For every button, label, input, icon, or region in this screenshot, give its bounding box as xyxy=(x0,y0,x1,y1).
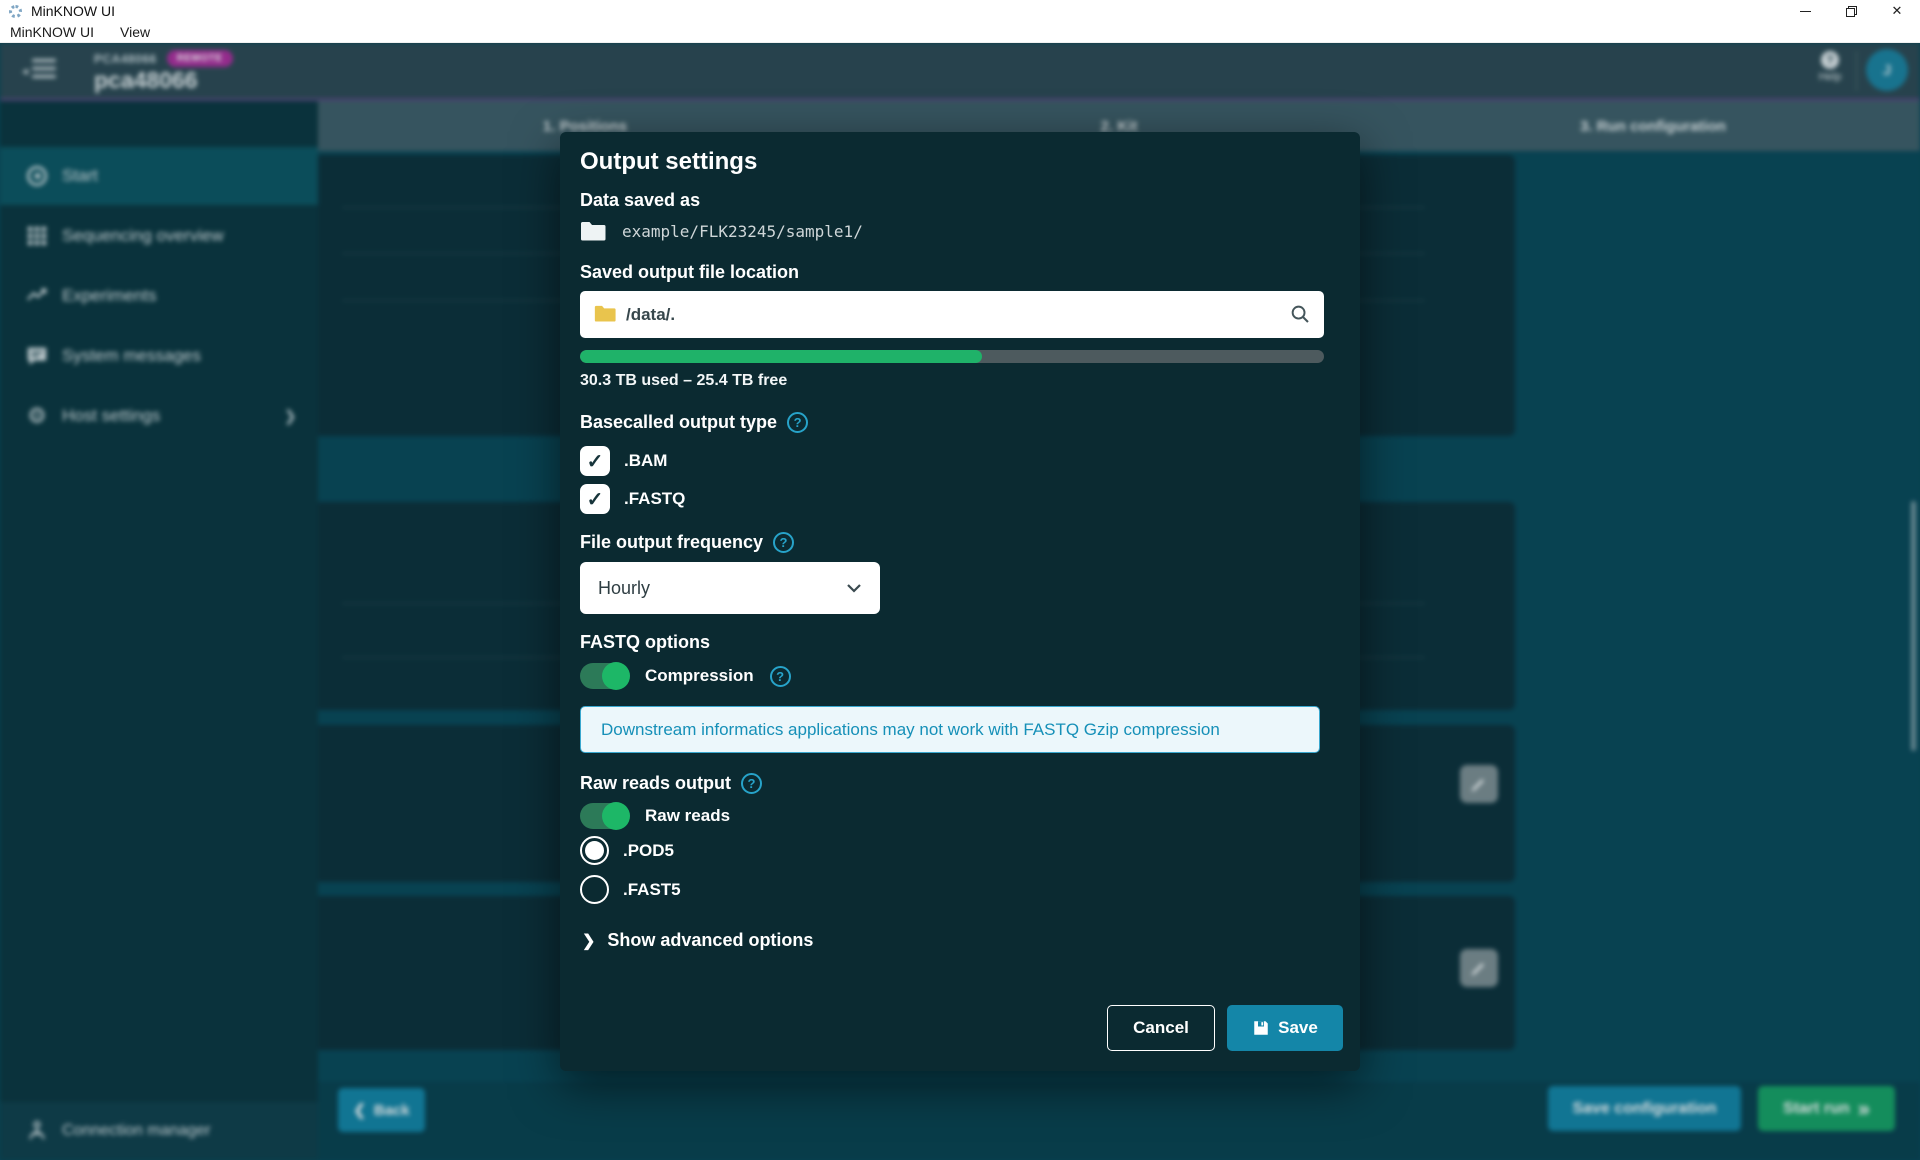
fastq-option[interactable]: ✓ .FASTQ xyxy=(580,484,685,514)
fast5-radio[interactable] xyxy=(580,875,609,904)
fast5-option[interactable]: .FAST5 xyxy=(580,875,681,904)
chevron-right-icon: ❯ xyxy=(582,931,595,951)
raw-reads-row: Raw reads xyxy=(580,803,730,829)
output-location-label: Saved output file location xyxy=(580,262,799,283)
data-saved-as-path-row: example/FLK23245/sample1/ xyxy=(580,220,863,242)
minimize-button[interactable] xyxy=(1782,0,1828,22)
pod5-option[interactable]: .POD5 xyxy=(580,836,674,865)
pod5-radio[interactable] xyxy=(580,836,609,865)
menu-item-minknow-ui[interactable]: MinKNOW UI xyxy=(10,24,94,40)
fastq-options-label: FASTQ options xyxy=(580,632,710,653)
output-settings-modal: Output settings Data saved as example/FL… xyxy=(560,132,1360,1071)
storage-progress-bar xyxy=(580,350,1324,363)
app-logo-icon xyxy=(9,5,22,18)
file-output-frequency-label: File output frequency ? xyxy=(580,532,794,553)
search-icon[interactable] xyxy=(1289,303,1312,326)
compression-row: Compression ? xyxy=(580,663,791,689)
menu-bar: MinKNOW UI View xyxy=(0,22,1920,43)
cancel-button[interactable]: Cancel xyxy=(1107,1005,1215,1051)
raw-reads-toggle[interactable] xyxy=(580,803,629,829)
raw-reads-output-label: Raw reads output ? xyxy=(580,773,762,794)
bam-checkbox[interactable]: ✓ xyxy=(580,446,610,476)
data-saved-as-label: Data saved as xyxy=(580,190,700,211)
help-icon[interactable]: ? xyxy=(773,532,794,553)
chevron-down-icon xyxy=(846,583,862,593)
show-advanced-options[interactable]: ❯ Show advanced options xyxy=(582,930,813,951)
minimize-icon xyxy=(1800,11,1811,12)
help-icon[interactable]: ? xyxy=(787,412,808,433)
save-button[interactable]: Save xyxy=(1227,1005,1343,1051)
data-saved-as-path: example/FLK23245/sample1/ xyxy=(622,222,863,241)
window-title: MinKNOW UI xyxy=(31,3,115,19)
frequency-select[interactable]: Hourly xyxy=(580,562,880,614)
os-titlebar: MinKNOW UI ✕ xyxy=(0,0,1920,22)
save-disk-icon xyxy=(1252,1019,1270,1037)
bam-option[interactable]: ✓ .BAM xyxy=(580,446,667,476)
output-location-field xyxy=(580,291,1324,338)
yellow-folder-icon xyxy=(594,304,616,323)
folder-icon xyxy=(580,220,606,242)
output-location-input[interactable] xyxy=(580,291,1324,338)
compression-toggle[interactable] xyxy=(580,663,629,689)
minknow-window: MinKNOW UI ✕ MinKNOW UI View ◂ PCA48066 … xyxy=(0,0,1920,1160)
menu-item-view[interactable]: View xyxy=(120,24,150,40)
compression-warning: Downstream informatics applications may … xyxy=(580,706,1320,753)
restore-icon xyxy=(1846,6,1857,17)
help-icon[interactable]: ? xyxy=(741,773,762,794)
restore-button[interactable] xyxy=(1828,0,1874,22)
fastq-checkbox[interactable]: ✓ xyxy=(580,484,610,514)
storage-summary: 30.3 TB used – 25.4 TB free xyxy=(580,372,787,390)
modal-title: Output settings xyxy=(580,148,757,176)
close-button[interactable]: ✕ xyxy=(1874,0,1920,22)
basecalled-output-label: Basecalled output type ? xyxy=(580,412,808,433)
help-icon[interactable]: ? xyxy=(770,666,791,687)
storage-progress-fill xyxy=(580,350,982,363)
